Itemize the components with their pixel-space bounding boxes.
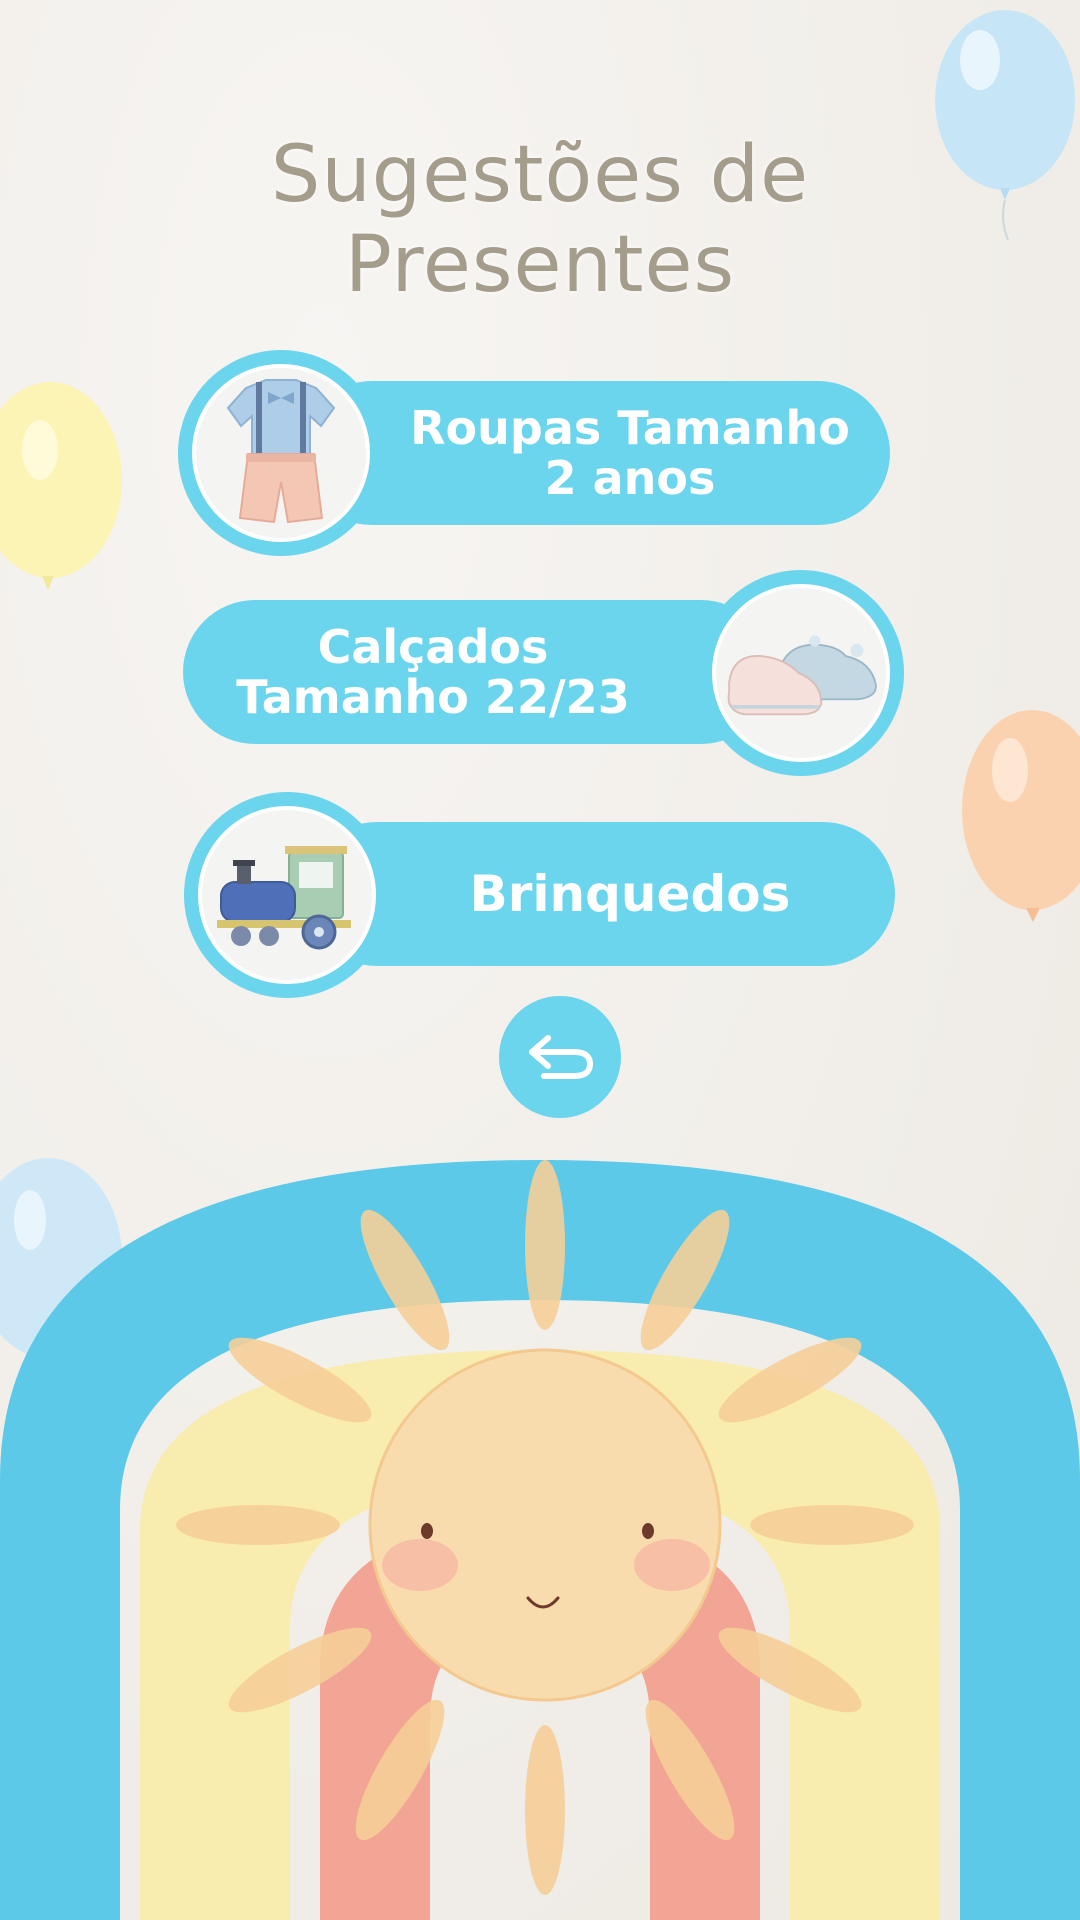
yellow-balloon-left [0,382,122,590]
option-clothes-button[interactable]: Roupas Tamanho 2 anos [300,381,890,525]
rainbow-sun-illustration [0,1160,1080,1920]
option-clothes-label-line1: Roupas Tamanho [410,401,850,455]
option-shoes-medallion[interactable] [698,570,904,776]
gift-suggestions-page: Sugestões de Presentes Roupas Tamanho 2 … [0,0,1080,1920]
option-shoes-button[interactable]: Calçados Tamanho 22/23 [183,600,773,744]
page-title: Sugestões de Presentes [0,130,1080,310]
option-toys-medallion[interactable] [184,792,390,998]
toy-train-icon [217,846,351,950]
orange-balloon-right [962,710,1080,922]
option-clothes-label-line2: 2 anos [544,451,716,505]
option-toys-button[interactable]: Brinquedos [305,822,895,966]
option-shoes-label-line1: Calçados [317,620,549,674]
option-toys-label: Brinquedos [469,865,791,923]
baby-shoes-icon [728,635,878,716]
outfit-icon [226,379,336,524]
title-line-2: Presentes [344,220,736,310]
return-arrow-icon [529,1035,594,1079]
back-button[interactable] [499,996,621,1118]
option-clothes-medallion[interactable] [178,350,384,556]
title-line-1: Sugestões de [270,130,810,220]
option-shoes-label-line2: Tamanho 22/23 [236,670,630,724]
